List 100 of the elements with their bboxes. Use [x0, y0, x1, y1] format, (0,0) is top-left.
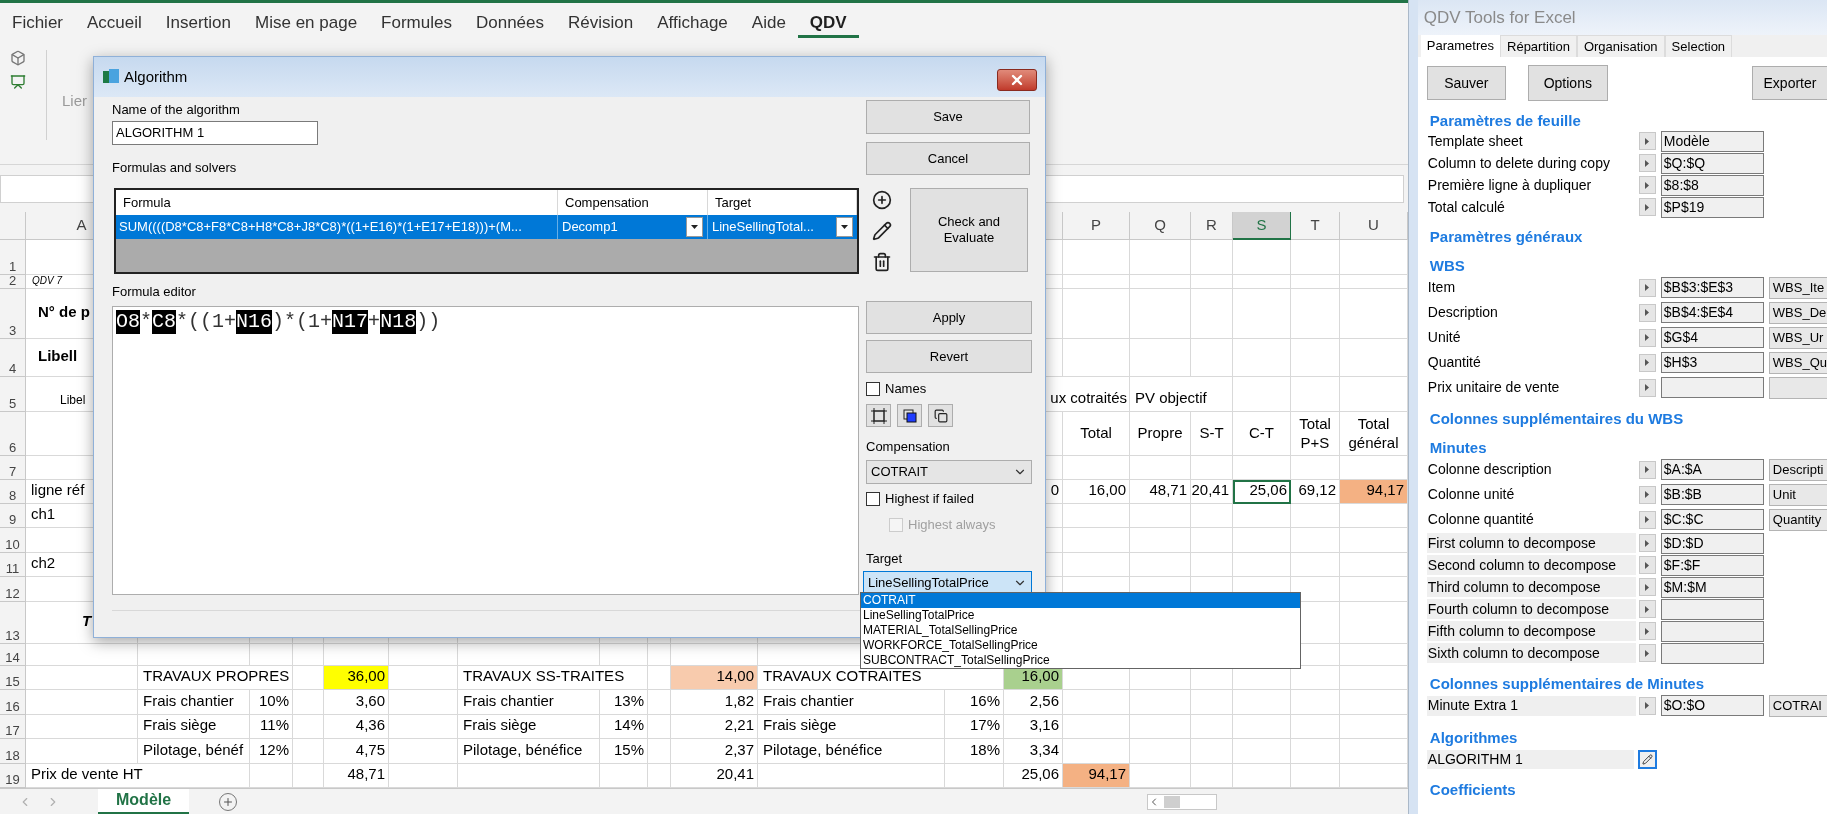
ribbon-tab[interactable]: Aide: [739, 11, 798, 38]
range-field[interactable]: [1660, 598, 1764, 620]
arrow-button[interactable]: [1638, 460, 1656, 479]
column-header[interactable]: P: [1063, 212, 1130, 240]
dropdown-button[interactable]: [836, 217, 853, 237]
row-header[interactable]: 17: [0, 715, 26, 739]
arrow-button[interactable]: [1638, 556, 1656, 574]
range-field[interactable]: $M:$M: [1660, 576, 1764, 598]
row-header[interactable]: 8: [0, 480, 26, 504]
arrow-button[interactable]: [1638, 278, 1656, 297]
ribbon-tab[interactable]: Formules: [369, 11, 464, 38]
panel-button[interactable]: Options: [1527, 65, 1608, 101]
range-field[interactable]: $C:$C: [1660, 509, 1764, 530]
edit-button[interactable]: [1637, 749, 1657, 769]
ribbon-tab[interactable]: Mise en page: [243, 11, 370, 38]
arrow-button[interactable]: [1638, 378, 1656, 397]
name-field[interactable]: Quantity: [1768, 508, 1827, 531]
row-header[interactable]: 10: [0, 528, 26, 553]
row-header[interactable]: 15: [0, 666, 26, 690]
range-field[interactable]: [1660, 642, 1764, 664]
range-field[interactable]: Modèle: [1660, 130, 1764, 152]
name-field[interactable]: WBS_De: [1768, 301, 1827, 324]
dropdown-button[interactable]: [686, 217, 703, 237]
row-header[interactable]: 11: [0, 553, 26, 577]
add-icon[interactable]: [872, 190, 892, 210]
name-field[interactable]: WBS_Ite: [1768, 276, 1827, 299]
range-field[interactable]: $Q:$Q: [1660, 152, 1764, 174]
icon-button[interactable]: [866, 404, 891, 427]
arrow-button[interactable]: [1638, 198, 1656, 216]
range-field[interactable]: $D:$D: [1660, 532, 1764, 554]
row-header[interactable]: 18: [0, 739, 26, 764]
row-header[interactable]: 13: [0, 602, 26, 644]
arrow-button[interactable]: [1638, 132, 1656, 150]
algorithm-item[interactable]: ALGORITHM 1: [1426, 749, 1634, 769]
pencil-icon[interactable]: [872, 221, 892, 241]
arrow-button[interactable]: [1638, 176, 1656, 194]
close-button[interactable]: [997, 69, 1037, 91]
range-field[interactable]: $8:$8: [1660, 174, 1764, 196]
range-field[interactable]: $H$3: [1660, 352, 1764, 373]
range-field[interactable]: [1660, 620, 1764, 642]
scrollbar-thumb[interactable]: [1164, 795, 1181, 808]
cube-icon[interactable]: [10, 50, 26, 66]
dropdown-option[interactable]: SUBCONTRACT_TotalSellingPrice: [861, 653, 1300, 668]
ribbon-tab[interactable]: Données: [463, 11, 557, 38]
row-header[interactable]: 5: [0, 377, 26, 412]
board-icon[interactable]: [10, 74, 26, 90]
arrow-button[interactable]: [1638, 644, 1656, 662]
arrow-button[interactable]: [1638, 600, 1656, 618]
revert-button[interactable]: Revert: [866, 340, 1032, 373]
dropdown-option[interactable]: WORKFORCE_TotalSellingPrice: [861, 638, 1300, 653]
horizontal-scrollbar[interactable]: [1147, 793, 1218, 810]
arrow-button[interactable]: [1638, 485, 1656, 504]
row-header[interactable]: 1: [0, 240, 26, 275]
sheet-tab[interactable]: Modèle: [98, 788, 190, 814]
name-field[interactable]: Descripti: [1768, 458, 1827, 481]
row-header[interactable]: 14: [0, 644, 26, 666]
column-header[interactable]: Q: [1130, 212, 1191, 240]
panel-tab[interactable]: Parametres: [1420, 35, 1500, 57]
range-field[interactable]: $B:$B: [1660, 484, 1764, 505]
row-header[interactable]: 16: [0, 690, 26, 715]
panel-button[interactable]: Exporter: [1752, 66, 1827, 100]
checkbox[interactable]: [866, 492, 880, 506]
range-field[interactable]: $F:$F: [1660, 554, 1764, 576]
ribbon-tab[interactable]: QDV: [797, 11, 859, 38]
dropdown-option[interactable]: COTRAIT: [861, 593, 1300, 608]
name-field[interactable]: WBS_Ur: [1768, 326, 1827, 349]
ribbon-tab[interactable]: Affichage: [645, 11, 740, 38]
ribbon-tab[interactable]: Fichier: [0, 11, 75, 38]
arrow-button[interactable]: [1638, 510, 1656, 529]
compensation-select[interactable]: COTRAIT: [866, 460, 1032, 484]
row-header[interactable]: 3: [0, 289, 26, 339]
name-field[interactable]: COTRAI: [1768, 694, 1827, 717]
range-field[interactable]: $B$4:$E$4: [1660, 302, 1764, 323]
range-field[interactable]: $O:$O: [1660, 695, 1764, 716]
panel-tab[interactable]: Selection: [1664, 35, 1733, 57]
row-header[interactable]: 2: [0, 275, 26, 289]
dropdown-option[interactable]: LineSellingTotalPrice: [861, 608, 1300, 623]
trash-icon[interactable]: [872, 252, 892, 272]
apply-button[interactable]: Apply: [866, 301, 1032, 334]
arrow-button[interactable]: [1638, 303, 1656, 322]
formula-editor[interactable]: O8*C8*((1+N16)*(1+N17+N18)): [112, 306, 859, 595]
column-header[interactable]: T: [1291, 212, 1340, 240]
range-field[interactable]: $A:$A: [1660, 459, 1764, 480]
row-header[interactable]: 12: [0, 577, 26, 602]
name-input-field[interactable]: ALGORITHM 1: [112, 121, 318, 145]
arrow-button[interactable]: [1638, 328, 1656, 347]
checkbox[interactable]: [866, 382, 880, 396]
name-field[interactable]: WBS_Qu: [1768, 351, 1827, 374]
cancel-button[interactable]: Cancel: [866, 142, 1030, 175]
row-header[interactable]: 4: [0, 339, 26, 377]
range-field[interactable]: $B$3:$E$3: [1660, 277, 1764, 298]
row-header[interactable]: 6: [0, 412, 26, 456]
row-header[interactable]: 9: [0, 504, 26, 528]
dropdown-option[interactable]: MATERIAL_TotalSellingPrice: [861, 623, 1300, 638]
arrow-button[interactable]: [1638, 154, 1656, 172]
target-select[interactable]: LineSellingTotalPrice: [863, 571, 1032, 595]
arrow-button[interactable]: [1638, 696, 1656, 715]
grid-row[interactable]: SUM((((D8*C8+F8*C8+H8*C8+J8*C8)*((1+E16)*(1+E17+E18)))+(M... Decomp1 LineSellingTotal...: [116, 215, 857, 239]
name-field[interactable]: [1768, 376, 1827, 399]
arrow-button[interactable]: [1638, 534, 1656, 552]
